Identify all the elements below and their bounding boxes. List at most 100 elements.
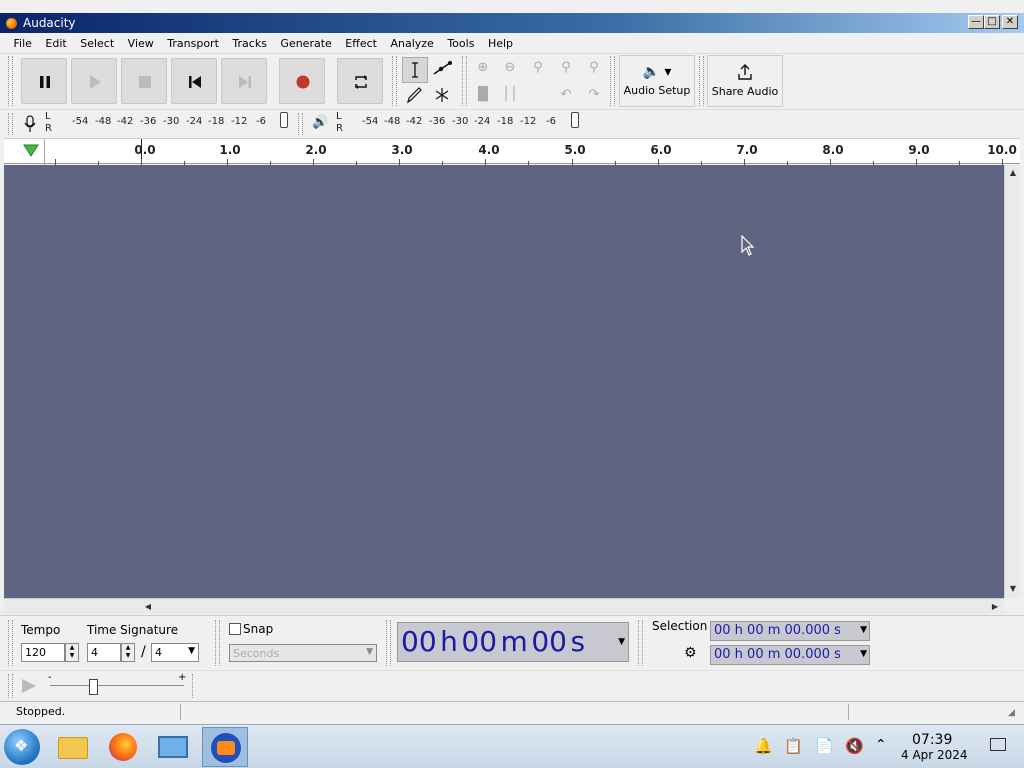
speaker-meter-icon[interactable]: 🔊 [312,115,328,130]
snap-checkbox[interactable] [229,623,241,635]
zoom-toggle-button[interactable]: ⚲ [581,55,607,81]
notification-bell-icon[interactable]: 🔔 [754,737,773,755]
toolbar-grip[interactable] [8,56,13,106]
toolbar-grip[interactable] [610,56,615,106]
menu-edit[interactable]: Edit [40,34,71,50]
clock-time[interactable]: 07:39 [912,732,952,748]
audacity-taskbar-icon[interactable] [202,727,248,767]
zoom-in-button[interactable]: ⊕ [470,55,496,81]
toolbar-grip[interactable] [638,620,643,666]
volume-muted-icon[interactable]: 🔇 [845,737,864,755]
play-meter-slider-handle[interactable] [571,112,579,128]
audio-setup-button[interactable]: 🔈 ▾ Audio Setup [619,55,695,107]
close-button[interactable]: ✕ [1002,15,1018,29]
time-minutes: 00 [461,625,498,658]
numerator-spinner[interactable]: ▲ ▼ [121,643,135,662]
toolbar-grip[interactable] [8,674,13,698]
selection-label: Selection [652,619,708,633]
record-button[interactable] [279,58,325,104]
trim-audio-button[interactable]: ▐▌ [470,82,496,108]
skip-to-start-button[interactable] [171,58,217,104]
recording-meter[interactable]: -54 -48 -42 -36 -30 -24 -18 -12 -6 [56,112,292,128]
fit-project-button[interactable]: ⚲ [553,55,579,81]
toolbar-grip[interactable] [462,56,467,106]
speed-slider-track[interactable] [50,685,184,686]
toolbar-grip[interactable] [699,56,704,106]
meter-tick: -30 [452,116,469,127]
play-head-marker-icon[interactable] [22,143,40,159]
share-audio-button[interactable]: Share Audio [707,55,783,107]
play-button[interactable] [71,58,117,104]
menu-transport[interactable]: Transport [162,34,224,50]
selection-start-time[interactable]: 00 h 00 m 00.000 s ▼ [710,621,870,641]
menu-file[interactable]: File [9,34,37,50]
tempo-input[interactable]: 120 [21,643,65,662]
menu-effect[interactable]: Effect [340,34,382,50]
rec-meter-slider-handle[interactable] [280,112,288,128]
horizontal-scrollbar[interactable]: ◀ ▶ [4,598,1004,614]
scroll-down-arrow[interactable]: ▼ [1006,582,1020,596]
menu-view[interactable]: View [123,34,159,50]
menu-tracks[interactable]: Tracks [227,34,272,50]
vertical-scrollbar[interactable]: ▲ ▼ [1004,165,1020,598]
control-panel-taskbar-icon[interactable] [150,727,196,767]
tempo-spinner[interactable]: ▲ ▼ [65,643,79,662]
share-upload-icon [738,64,752,80]
redo-button[interactable]: ↷ [581,82,607,108]
silence-audio-button[interactable]: ││ [497,82,523,108]
scroll-right-arrow[interactable]: ▶ [988,600,1002,614]
toolbar-grip[interactable] [386,620,391,666]
undo-button[interactable]: ↶ [553,82,579,108]
time-signature-denominator[interactable]: 4 ▼ [151,643,199,662]
speed-slider-handle[interactable] [89,679,98,695]
menu-help[interactable]: Help [483,34,518,50]
menu-generate[interactable]: Generate [275,34,336,50]
clipboard-icon[interactable]: 📄 [815,737,834,755]
scroll-up-arrow[interactable]: ▲ [1006,166,1020,180]
toolbar-grip[interactable] [215,620,220,666]
time-format-dropdown-icon[interactable]: ▼ [618,637,625,647]
toolbar-grip[interactable] [8,620,13,666]
timeline-ruler[interactable]: 0.0 1.0 2.0 3.0 4.0 5.0 6.0 7.0 8.0 9.0 … [4,138,1020,165]
stop-icon [139,76,151,88]
minimize-button[interactable]: — [968,15,984,29]
fit-selection-button[interactable]: ⚲ [525,55,551,81]
menu-analyze[interactable]: Analyze [385,34,438,50]
pause-button[interactable] [21,58,67,104]
file-explorer-taskbar-icon[interactable] [50,727,96,767]
skip-to-end-button[interactable] [221,58,267,104]
status-divider [848,704,849,720]
time-signature-numerator[interactable]: 4 [87,643,121,662]
toolbar-grip[interactable] [392,56,397,106]
menu-tools[interactable]: Tools [442,34,479,50]
show-hidden-icons-chevron-icon[interactable]: ⌃ [875,737,887,753]
stop-button[interactable] [121,58,167,104]
snap-unit-select[interactable]: Seconds ▼ [229,644,377,662]
zoom-out-button[interactable]: ⊖ [497,55,523,81]
multi-tool-button[interactable] [430,83,456,109]
toolbar-grip[interactable] [8,113,13,135]
draw-tool-button[interactable] [402,83,428,109]
clock-date[interactable]: 4 Apr 2024 [901,748,968,762]
envelope-tool-button[interactable] [430,57,456,83]
show-desktop-icon[interactable] [990,738,1006,751]
selection-tool-button[interactable] [402,57,428,83]
tray-app-icon[interactable]: 📋 [784,737,803,755]
play-at-speed-button[interactable] [18,677,38,695]
tempo-label: Tempo [21,623,61,637]
time-display[interactable]: 00 h 00 m 00 s ▼ [397,622,629,662]
scroll-left-arrow[interactable]: ◀ [141,600,155,614]
menu-select[interactable]: Select [75,34,119,50]
start-button[interactable]: ❖ [4,729,40,765]
playback-meter[interactable]: -54 -48 -42 -36 -30 -24 -18 -12 -6 [346,112,582,128]
microphone-icon[interactable] [22,115,38,133]
loop-button[interactable] [337,58,383,104]
selection-end-time[interactable]: 00 h 00 m 00.000 s ▼ [710,645,870,665]
resize-grip-icon[interactable]: ◢ [1008,708,1015,718]
maximize-button[interactable]: □ [984,15,1000,29]
toolbar-grip[interactable] [298,113,303,135]
track-panel[interactable] [4,165,1004,598]
selection-settings-gear-icon[interactable]: ⚙ [684,645,697,661]
play-at-speed-toolbar: - + [0,670,1024,701]
firefox-taskbar-icon[interactable] [100,727,146,767]
